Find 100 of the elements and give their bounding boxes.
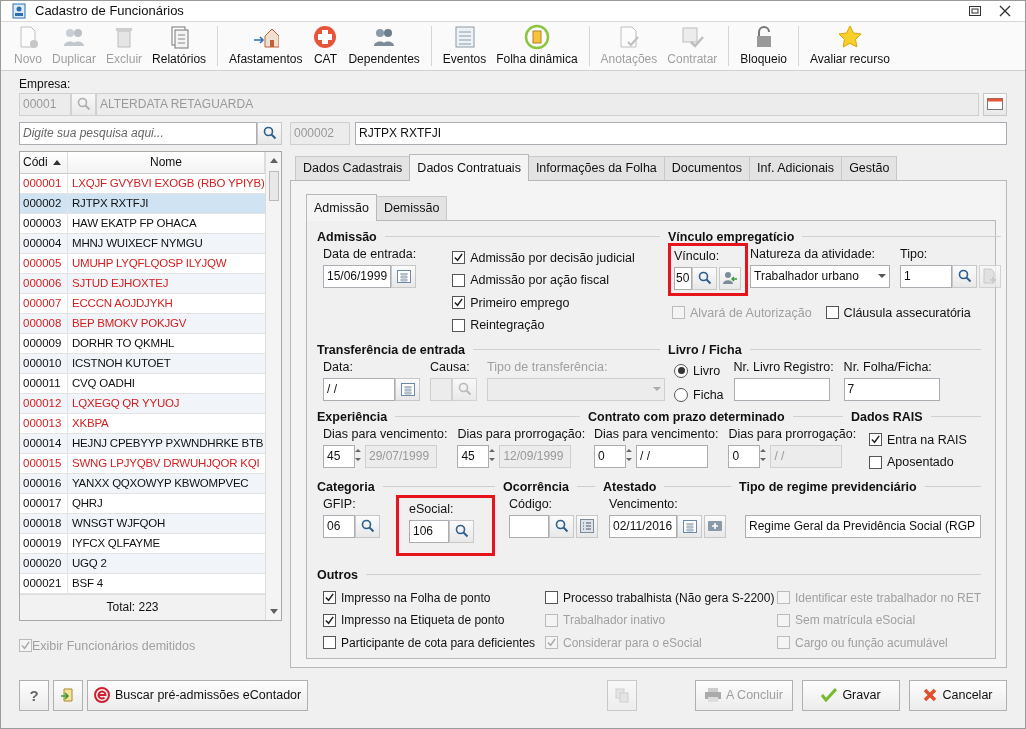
checkbox[interactable] xyxy=(869,433,882,447)
tab[interactable]: Dados Cadastrais xyxy=(295,155,411,180)
toolbar-button[interactable]: Eventos xyxy=(437,21,492,70)
toolbar-button[interactable]: Dependentes xyxy=(343,21,425,70)
checkbox[interactable] xyxy=(323,591,336,605)
checkbox[interactable] xyxy=(323,613,336,627)
input-field[interactable]: 1 xyxy=(900,264,952,288)
number-field[interactable]: 45 xyxy=(457,444,490,468)
employee-row[interactable]: 000016 YANXX QQXOWYP KBWOMPVEC xyxy=(20,473,265,494)
calendar-button[interactable] xyxy=(677,514,702,538)
toolbar-button[interactable]: Avaliar recurso xyxy=(805,21,895,70)
checkbox[interactable] xyxy=(452,318,466,332)
calendar-button[interactable] xyxy=(395,377,420,401)
tab[interactable]: Demissão xyxy=(375,195,448,220)
toolbar-button[interactable]: Relatórios xyxy=(147,21,212,70)
table-cell-text: BEP BMOKV POKJGV xyxy=(71,316,188,331)
employee-row[interactable]: 000019 IYFCX QLFAYME xyxy=(20,533,265,554)
search-button[interactable] xyxy=(549,514,574,538)
radio-button[interactable] xyxy=(674,388,688,403)
tab[interactable]: Documentos xyxy=(663,155,750,180)
number-field[interactable]: 45 xyxy=(323,444,355,468)
section-title: Tipo de regime previdenciário xyxy=(739,479,917,494)
date-field[interactable]: / / xyxy=(636,444,708,468)
input-field[interactable]: 106 xyxy=(409,519,449,543)
checkbox[interactable] xyxy=(323,636,336,650)
list-button[interactable] xyxy=(576,514,598,538)
employee-row[interactable]: 000010 ICSTNOH KUTOET xyxy=(20,353,265,374)
employee-row[interactable]: 000021 BSF 4 xyxy=(20,573,265,594)
employee-row[interactable]: 000008 BEP BMOKV POKJGV xyxy=(20,313,265,334)
dropdown[interactable]: Regime Geral da Previdência Social (RGP xyxy=(745,514,981,538)
search-button[interactable] xyxy=(257,121,282,145)
dropdown[interactable]: Trabalhador urbano xyxy=(750,264,890,288)
employee-row[interactable]: 000014 HEJNJ CPEBYYP PXWNDHRKE BTB xyxy=(20,433,265,454)
search-pre-admissions-button[interactable]: Buscar pré-admissões eContador xyxy=(87,679,309,711)
app-icon xyxy=(11,2,27,19)
employee-row[interactable]: 000018 WNSGT WJFQOH xyxy=(20,513,265,534)
add-button[interactable] xyxy=(704,514,726,538)
number-field[interactable]: 0 xyxy=(728,444,761,468)
close-icon[interactable] xyxy=(999,4,1011,17)
search-button[interactable] xyxy=(952,264,977,288)
scroll-up-icon[interactable] xyxy=(269,157,278,163)
checkbox[interactable] xyxy=(452,251,466,265)
employee-row[interactable]: 000017 QHRJ xyxy=(20,493,265,514)
input-field[interactable] xyxy=(509,514,549,538)
tab[interactable]: Informações da Folha xyxy=(527,155,665,180)
employee-row[interactable]: 000001 LXQJF GVYBVI EXOGB (RBO YPIYB) xyxy=(20,173,265,194)
tab[interactable]: Inf. Adicionais xyxy=(749,155,843,180)
checkbox[interactable] xyxy=(825,306,839,320)
restore-icon[interactable] xyxy=(969,5,981,16)
toolbar-button[interactable]: CAT xyxy=(307,21,344,70)
employee-row[interactable]: 000006 SJTUD EJHOXTEJ xyxy=(20,273,265,294)
toolbar-button[interactable]: Bloqueio xyxy=(735,21,793,70)
employee-row[interactable]: 000004 MHNJ WUIXECF NYMGU xyxy=(20,233,265,254)
help-button[interactable]: ? xyxy=(19,679,49,711)
toolbar-button[interactable]: Folha dinâmica xyxy=(491,21,583,70)
input-field[interactable]: 06 xyxy=(323,514,355,538)
employee-row[interactable]: 000005 UMUHP LYQFLQOSP ILYJQW xyxy=(20,253,265,274)
tab[interactable]: Gestão xyxy=(841,155,898,180)
search-button[interactable] xyxy=(355,514,380,538)
search-field[interactable]: Digite sua pesquisa aqui... xyxy=(19,121,257,145)
table-button[interactable] xyxy=(983,92,1007,116)
radio-button[interactable] xyxy=(674,363,688,378)
checkbox-label: Sem matrícula eSocial xyxy=(795,613,916,628)
tab[interactable]: Dados Contratuais xyxy=(409,153,529,181)
cancel-button[interactable]: Cancelar xyxy=(909,679,1007,711)
input-field[interactable] xyxy=(430,377,452,401)
employee-row[interactable]: 000009 DORHR TO QKMHL xyxy=(20,333,265,354)
employee-row[interactable]: 000015 SWNG LPJYQBV DRWUHJQOR KQI xyxy=(20,453,265,474)
column-header[interactable]: Códi xyxy=(20,151,68,173)
employee-row[interactable]: 000002 RJTPX RXTFJI xyxy=(20,193,265,214)
scroll-thumb[interactable] xyxy=(268,170,279,201)
employee-row[interactable]: 000007 ECCCN AOJDJYKH xyxy=(20,293,265,314)
date-field[interactable]: 15/06/1999 xyxy=(323,264,391,288)
table-cell-text: CVQ OADHI xyxy=(71,376,136,391)
table-cell: 000019 xyxy=(20,533,68,553)
search-button[interactable] xyxy=(449,519,474,543)
employee-row[interactable]: 000012 LQXEGQ QR YYUOJ xyxy=(20,393,265,414)
toolbar-button[interactable]: Afastamentos xyxy=(224,21,308,70)
scroll-down-icon[interactable] xyxy=(269,608,278,614)
checkbox[interactable] xyxy=(452,273,466,287)
employee-row[interactable]: 000003 HAW EKATP FP OHACA xyxy=(20,213,265,234)
employee-row[interactable]: 000013 XKBPA xyxy=(20,413,265,434)
checkbox[interactable] xyxy=(869,455,882,469)
date-field[interactable]: / / xyxy=(323,377,395,401)
employee-row[interactable]: 000020 UGQ 2 xyxy=(20,553,265,574)
search-button[interactable] xyxy=(692,266,717,290)
input-field[interactable]: 50 xyxy=(674,266,692,290)
employee-row[interactable]: 000011 CVQ OADHI xyxy=(20,373,265,394)
save-button[interactable]: Gravar xyxy=(802,679,900,711)
tab[interactable]: Admissão xyxy=(306,193,377,221)
calendar-button[interactable] xyxy=(391,264,416,288)
number-field[interactable]: 0 xyxy=(594,444,626,468)
scrollbar[interactable] xyxy=(265,151,281,620)
checkbox[interactable] xyxy=(452,296,466,310)
input-field[interactable] xyxy=(733,377,830,401)
date-field[interactable]: 02/11/2016 xyxy=(609,514,677,538)
person-arrow-button[interactable] xyxy=(719,266,741,290)
input-field[interactable]: 7 xyxy=(843,377,940,401)
employee-name-field[interactable]: RJTPX RXTFJI xyxy=(355,121,1007,145)
checkbox[interactable] xyxy=(545,591,558,605)
